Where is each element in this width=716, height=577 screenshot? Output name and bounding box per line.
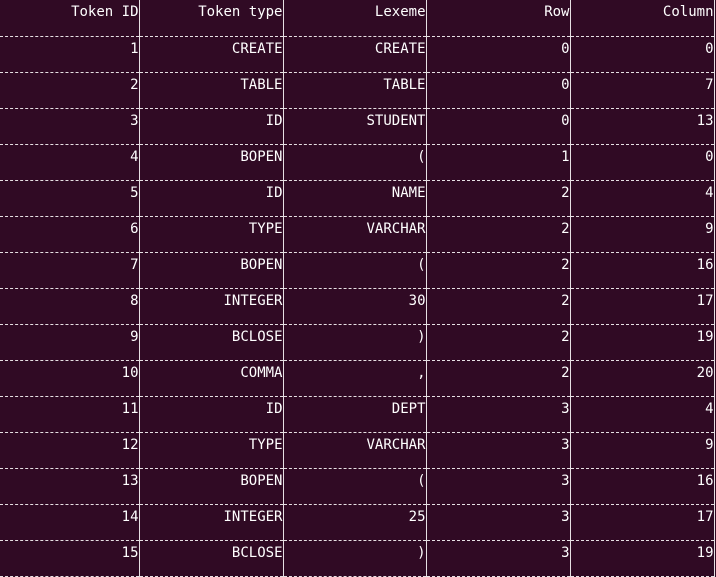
cell-token-id: 3 — [0, 108, 140, 145]
cell-token-id: 1 — [0, 36, 140, 73]
cell-lexeme: ( — [283, 468, 427, 505]
terminal-window[interactable]: Token ID Token type Lexeme Row Column 1C… — [0, 0, 716, 577]
cell-column: 4 — [570, 396, 715, 433]
cell-token-id: 13 — [0, 468, 140, 505]
cell-lexeme: VARCHAR — [283, 432, 427, 469]
cell-row: 3 — [426, 468, 571, 505]
cell-row: 2 — [426, 288, 571, 325]
cell-token-id: 2 — [0, 72, 140, 109]
cell-lexeme: ) — [283, 324, 427, 361]
cell-lexeme: VARCHAR — [283, 216, 427, 253]
table-row: 5 ID NAME 2 4 — [0, 180, 715, 217]
cell-token-id: 12 — [0, 432, 140, 469]
cell-row: 3 — [426, 432, 571, 469]
cell-lexeme: ) — [283, 540, 427, 577]
cell-row: 2 — [426, 252, 571, 289]
cell-column: 17 — [570, 504, 715, 541]
cell-lexeme: , — [283, 360, 427, 397]
table-row: 13 BOPEN(3 16 — [0, 468, 715, 505]
cell-row: 3 — [426, 396, 571, 433]
cell-lexeme: STUDENT — [283, 108, 427, 145]
cell-column: 19 — [570, 324, 715, 361]
cell-lexeme: TABLE — [283, 72, 427, 109]
cell-token-id: 4 — [0, 144, 140, 181]
cell-lexeme: CREATE — [283, 36, 427, 73]
cell-row: 2 — [426, 180, 571, 217]
cell-token-type: INTEGER — [139, 504, 284, 541]
header-row: Row — [426, 0, 571, 37]
cell-token-type: COMMA — [139, 360, 284, 397]
table-row: 3 ID STUDENT 0 13 — [0, 108, 715, 145]
cell-column: 16 — [570, 252, 715, 289]
cell-token-id: 5 — [0, 180, 140, 217]
cell-token-type: CREATE — [139, 36, 284, 73]
cell-token-id: 7 — [0, 252, 140, 289]
cell-row: 1 — [426, 144, 571, 181]
cell-column: 4 — [570, 180, 715, 217]
cell-token-type: TYPE — [139, 432, 284, 469]
cell-token-id: 14 — [0, 504, 140, 541]
table-row: 2 TABLE TABLE 0 7 — [0, 72, 715, 109]
cell-lexeme: 25 — [283, 504, 427, 541]
cell-token-type: ID — [139, 180, 284, 217]
cell-column: 9 — [570, 432, 715, 469]
cell-row: 3 — [426, 504, 571, 541]
cell-column: 20 — [570, 360, 715, 397]
cell-row: 2 — [426, 360, 571, 397]
table-row: 7 BOPEN(2 16 — [0, 252, 715, 289]
cell-column: 0 — [570, 36, 715, 73]
cell-row: 2 — [426, 324, 571, 361]
cell-token-id: 8 — [0, 288, 140, 325]
cell-token-type: BOPEN — [139, 252, 284, 289]
cell-column: 7 — [570, 72, 715, 109]
table-row: 4 BOPEN(1 0 — [0, 144, 715, 181]
table-row: 1 CREATE CREATE 0 0 — [0, 36, 715, 73]
table-row: 8 INTEGER 30 2 17 — [0, 288, 715, 325]
cell-lexeme: ( — [283, 144, 427, 181]
cell-column: 0 — [570, 144, 715, 181]
cell-token-type: INTEGER — [139, 288, 284, 325]
cell-token-type: BOPEN — [139, 144, 284, 181]
cell-row: 3 — [426, 540, 571, 577]
table-row: 11 ID DEPT 3 4 — [0, 396, 715, 433]
cell-row: 0 — [426, 36, 571, 73]
cell-lexeme: NAME — [283, 180, 427, 217]
cell-row: 0 — [426, 108, 571, 145]
cell-column: 17 — [570, 288, 715, 325]
cell-token-type: TYPE — [139, 216, 284, 253]
cell-token-type: BOPEN — [139, 468, 284, 505]
table-row: 12 TYPE VARCHAR 3 9 — [0, 432, 715, 469]
cell-token-type: BCLOSE — [139, 540, 284, 577]
cell-lexeme: 30 — [283, 288, 427, 325]
table-row: 6 TYPE VARCHAR 2 9 — [0, 216, 715, 253]
header-column: Column — [570, 0, 715, 37]
cell-token-type: ID — [139, 108, 284, 145]
cell-token-id: 11 — [0, 396, 140, 433]
cell-token-type: TABLE — [139, 72, 284, 109]
cell-column: 19 — [570, 540, 715, 577]
token-table: Token ID Token type Lexeme Row Column 1C… — [0, 0, 715, 577]
table-row: 15 BCLOSE) 3 19 — [0, 540, 715, 577]
table-row: 9 BCLOSE) 2 19 — [0, 324, 715, 361]
cell-lexeme: DEPT — [283, 396, 427, 433]
cell-lexeme: ( — [283, 252, 427, 289]
header-token-type: Token type — [139, 0, 284, 37]
cell-column: 16 — [570, 468, 715, 505]
cell-column: 13 — [570, 108, 715, 145]
cell-row: 2 — [426, 216, 571, 253]
cell-token-id: 6 — [0, 216, 140, 253]
cell-token-type: ID — [139, 396, 284, 433]
table-row: 10 COMMA, 2 20 — [0, 360, 715, 397]
cell-token-type: BCLOSE — [139, 324, 284, 361]
cell-token-id: 15 — [0, 540, 140, 577]
cell-token-id: 10 — [0, 360, 140, 397]
cell-row: 0 — [426, 72, 571, 109]
cell-column: 9 — [570, 216, 715, 253]
header-lexeme: Lexeme — [283, 0, 427, 37]
cell-token-id: 9 — [0, 324, 140, 361]
table-header-row: Token ID Token type Lexeme Row Column — [0, 0, 715, 37]
header-token-id: Token ID — [0, 0, 140, 37]
table-row: 14 INTEGER 25 3 17 — [0, 504, 715, 541]
